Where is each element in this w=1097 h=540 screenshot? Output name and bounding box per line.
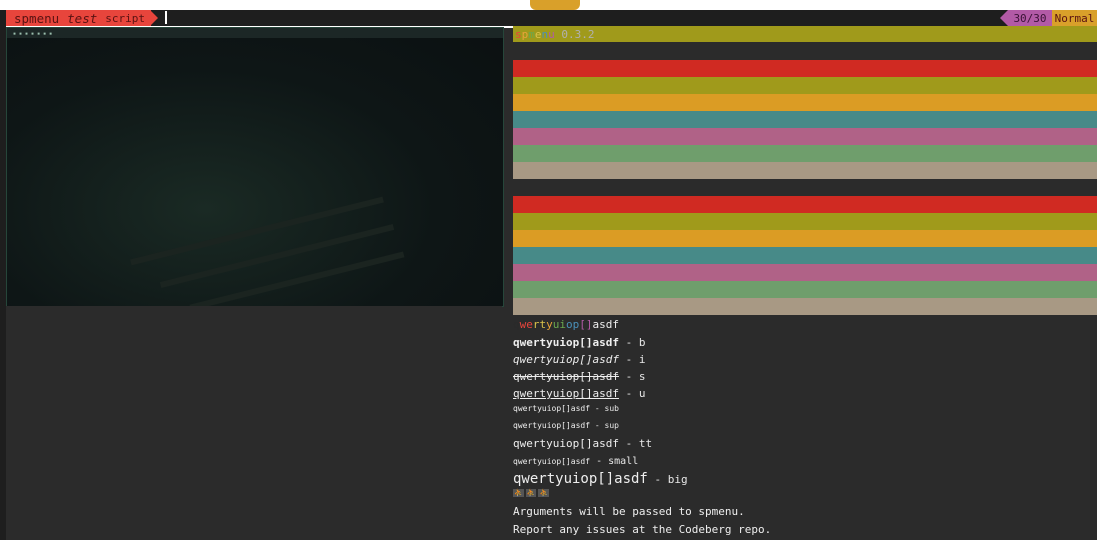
colored-char: f [612, 318, 619, 331]
colored-char: s [599, 318, 606, 331]
list-item-report[interactable]: Report any issues at the Codeberg repo. [513, 523, 771, 536]
block1-stripe [513, 94, 1097, 111]
list-item-colored[interactable]: qwertyuiop[]asdf [513, 318, 619, 331]
list-item-italic[interactable]: qwertyuiop[]asdf - i [513, 353, 645, 366]
list-item-small[interactable]: qwertyuiop[]asdf - small [513, 456, 638, 467]
prompt-arrow-icon [150, 10, 158, 26]
bold-text: qwertyuiop[]asdf [513, 336, 619, 349]
underline-text: qwertyuiop[]asdf [513, 387, 619, 400]
sub-text: qwertyuiop[]asdf [513, 404, 591, 413]
prompt-part-3: script [105, 11, 146, 25]
colored-char: r [532, 318, 540, 331]
title-char [555, 28, 562, 41]
colored-char: i [559, 318, 566, 331]
underline-suffix: - u [618, 387, 646, 400]
big-suffix: - big [647, 473, 688, 486]
block2-stripe [513, 230, 1097, 247]
colored-char: [ [579, 318, 586, 331]
title-char: 2 [587, 27, 595, 41]
item-title[interactable]: spmenu 0.3.2 [513, 26, 1097, 42]
prompt-part-2: test [67, 10, 98, 26]
block1-stripe [513, 111, 1097, 128]
title-char: 0 [561, 27, 568, 41]
bold-suffix: - b [618, 336, 646, 349]
block2-stripe [513, 213, 1097, 230]
block1-stripe [513, 60, 1097, 77]
block1-stripe [513, 145, 1097, 162]
mode-indicator: Normal [1052, 10, 1097, 26]
match-count: 30/30 [1008, 10, 1052, 26]
colored-char: y [546, 318, 553, 331]
block2-stripe [513, 264, 1097, 281]
prompt: spmenu test script [6, 10, 152, 26]
block2-stripe [513, 247, 1097, 264]
title-char: . [568, 27, 575, 41]
image-preview: ▪ ▪ ▪ ▪ ▪ ▪ ▪ [6, 27, 504, 307]
small-suffix: - small [590, 456, 639, 467]
strike-suffix: - s [618, 370, 646, 383]
block1-stripe [513, 77, 1097, 94]
person-icon: ⛹ [513, 489, 524, 497]
sup-suffix: - sup [590, 421, 619, 430]
title-char: . [581, 27, 588, 41]
preview-empty-area [6, 306, 502, 538]
block2-stripe [513, 298, 1097, 315]
block2-stripe [513, 281, 1097, 298]
tt-suffix: - tt [618, 437, 653, 450]
input-cursor[interactable] [165, 11, 167, 24]
title-char: u [548, 27, 555, 41]
strike-text: qwertyuiop[]asdf [513, 370, 619, 383]
tt-text: qwertyuiop[]asdf [513, 437, 619, 450]
title-char: p [521, 27, 529, 41]
colored-char: ] [585, 318, 593, 331]
italic-suffix: - i [618, 353, 646, 366]
title-char: n [541, 27, 549, 41]
list-item-tt[interactable]: qwertyuiop[]asdf - tt [513, 437, 652, 450]
top-tag [530, 0, 580, 10]
list-item-args[interactable]: Arguments will be passed to spmenu. [513, 505, 745, 518]
big-text: qwertyuiop[]asdf [513, 471, 648, 487]
list-item-strike[interactable]: qwertyuiop[]asdf - s [513, 370, 645, 383]
title-char: s [515, 27, 522, 41]
title-char: m [528, 27, 535, 41]
list-item-bold[interactable]: qwertyuiop[]asdf - b [513, 336, 645, 349]
person-icon: ⛹ [538, 489, 550, 497]
colored-char: o [566, 318, 573, 331]
person-icon: ⛹ [525, 489, 537, 497]
colored-char: q [513, 318, 520, 331]
list-item-big[interactable]: qwertyuiop[]asdf - big [513, 471, 688, 487]
prompt-part-1: spmenu [14, 10, 60, 26]
block1-stripe [513, 128, 1097, 145]
sub-suffix: - sub [590, 404, 619, 413]
match-count-arrow-icon [1000, 10, 1008, 26]
title-char: e [534, 27, 542, 41]
colored-char: e [526, 318, 533, 331]
icon-row: ⛹ ⛹ ⛹ [513, 489, 550, 497]
list-item-sup[interactable]: qwertyuiop[]asdf - sup [513, 421, 619, 430]
italic-text: qwertyuiop[]asdf [513, 353, 619, 366]
block1-stripe [513, 162, 1097, 179]
sup-text: qwertyuiop[]asdf [513, 421, 591, 430]
preview-statusbar-icon: ▪ ▪ ▪ ▪ ▪ ▪ ▪ [13, 31, 53, 37]
list-item-underline[interactable]: qwertyuiop[]asdf - u [513, 387, 645, 400]
small-text: qwertyuiop[]asdf [513, 457, 591, 466]
list-item-sub[interactable]: qwertyuiop[]asdf - sub [513, 404, 619, 413]
title-char: 3 [574, 27, 582, 41]
block2-stripe [513, 196, 1097, 213]
